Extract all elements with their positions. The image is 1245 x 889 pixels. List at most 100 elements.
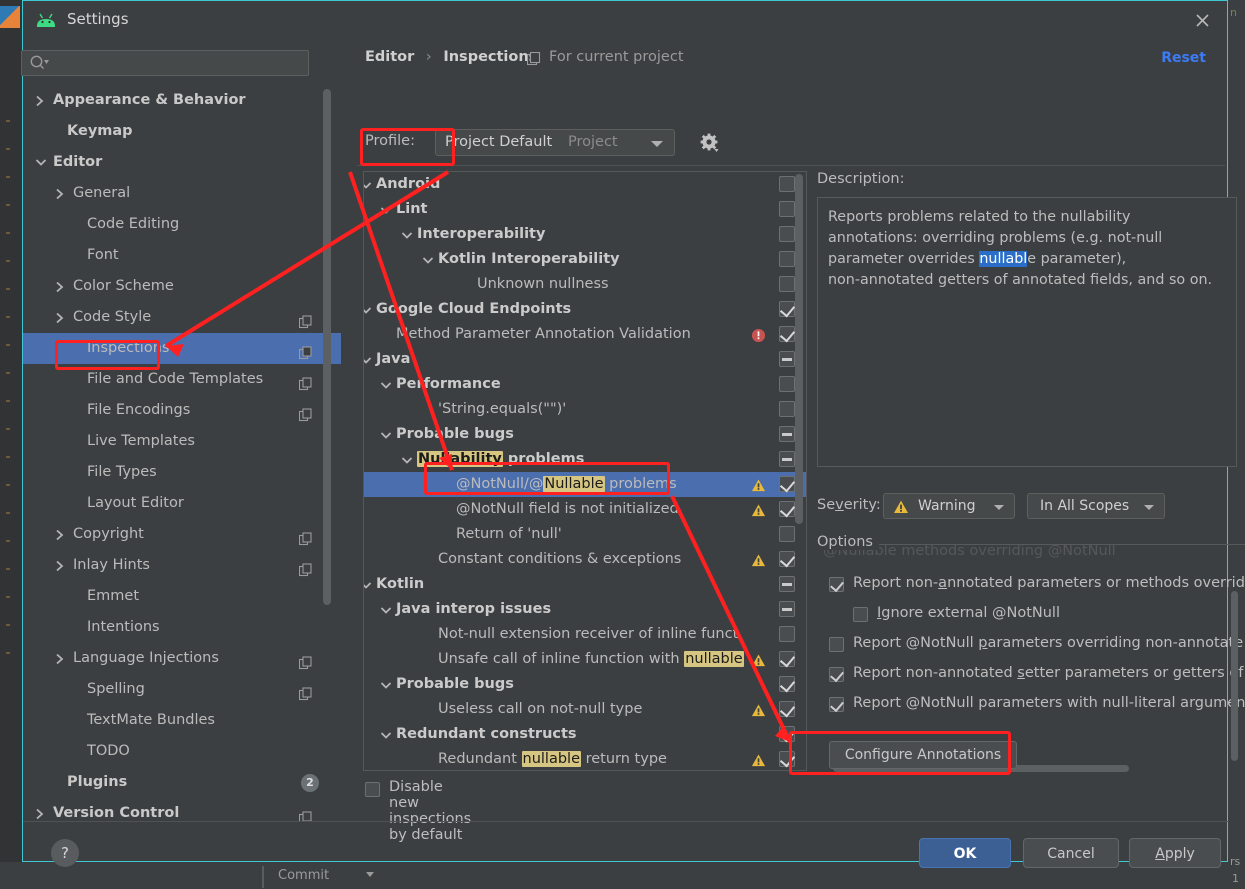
chevron-down-icon[interactable] [364,297,374,322]
tree-row[interactable]: @NotNull/@Nullable problems [364,472,806,497]
configure-annotations-button[interactable]: Configure Annotations [829,741,1017,769]
sidebar-item-live-templates[interactable]: Live Templates [23,426,341,457]
sidebar-item-inlay-hints[interactable]: Inlay Hints [23,550,341,581]
ok-button[interactable]: OK [919,838,1011,868]
tree-row[interactable]: Not-null extension receiver of inline fu… [364,622,806,647]
sidebar-item-keymap[interactable]: Keymap [23,116,341,147]
option-checkbox[interactable] [829,637,844,652]
tree-row-checkbox[interactable] [779,301,795,317]
tree-row-checkbox[interactable] [779,176,795,192]
chevron-down-icon[interactable] [380,672,394,697]
cancel-button[interactable]: Cancel [1023,838,1119,868]
tree-row-checkbox[interactable] [779,701,795,717]
breadcrumb-root[interactable]: Editor [365,49,414,65]
tree-row[interactable]: Android [364,172,806,197]
tree-row-checkbox[interactable] [779,726,795,742]
tree-row[interactable]: 'String.equals("")' [364,397,806,422]
sidebar-item-version-control[interactable]: Version Control [23,798,341,821]
tree-row-checkbox[interactable] [779,201,795,217]
sidebar-item-layout-editor[interactable]: Layout Editor [23,488,341,519]
tree-row[interactable]: Java interop issues [364,597,806,622]
option-checkbox[interactable] [829,667,844,682]
sidebar-scrollbar[interactable] [323,89,331,605]
tree-row-checkbox[interactable] [779,401,795,417]
sidebar-item-spelling[interactable]: Spelling [23,674,341,705]
tree-row[interactable]: Redundant nullable return type [364,747,806,770]
tree-row-checkbox[interactable] [779,276,795,292]
reset-link[interactable]: Reset [1161,50,1206,66]
sidebar-item-emmet[interactable]: Emmet [23,581,341,612]
chevron-right-icon[interactable] [55,550,69,581]
tree-row[interactable]: Performance [364,372,806,397]
tree-row[interactable]: Constant conditions & exceptions [364,547,806,572]
sidebar-item-file-and-code-templates[interactable]: File and Code Templates [23,364,341,395]
chevron-right-icon[interactable] [35,798,49,821]
chevron-down-icon[interactable] [401,447,415,472]
chevron-right-icon[interactable] [35,85,49,116]
chevron-right-icon[interactable] [55,302,69,333]
search-input[interactable] [21,50,309,76]
option-checkbox[interactable] [853,607,868,622]
sidebar-item-todo[interactable]: TODO [23,736,341,767]
sidebar-item-file-encodings[interactable]: File Encodings [23,395,341,426]
chevron-right-icon[interactable] [55,178,69,209]
tree-row[interactable]: Unknown nullness [364,272,806,297]
tree-row-checkbox[interactable] [779,576,795,592]
tree-row[interactable]: Java [364,347,806,372]
options-vertical-scrollbar[interactable] [1231,591,1238,761]
tree-row[interactable]: @NotNull field is not initialized [364,497,806,522]
tree-row-checkbox[interactable] [779,476,795,492]
sidebar-item-language-injections[interactable]: Language Injections [23,643,341,674]
tree-row-checkbox[interactable] [779,326,795,342]
tree-row-checkbox[interactable] [779,551,795,567]
profile-select[interactable]: Project Default Project [435,129,675,156]
tree-row-checkbox[interactable] [779,226,795,242]
chevron-down-icon[interactable] [380,722,394,747]
tree-row-checkbox[interactable] [779,626,795,642]
chevron-down-icon[interactable] [364,347,374,372]
tree-row-checkbox[interactable] [779,501,795,517]
chevron-down-icon[interactable] [380,197,394,222]
tree-row[interactable]: Probable bugs [364,422,806,447]
chevron-down-icon[interactable] [364,172,374,197]
option-checkbox[interactable] [829,577,844,592]
sidebar-item-general[interactable]: General [23,178,341,209]
ide-commit-label[interactable]: Commit [278,868,329,883]
chevron-down-icon[interactable] [422,247,436,272]
apply-button[interactable]: Apply [1129,838,1221,868]
tree-row[interactable]: Return of 'null' [364,522,806,547]
sidebar-item-editor[interactable]: Editor [23,147,341,178]
tree-row-checkbox[interactable] [779,751,795,767]
sidebar-item-plugins[interactable]: Plugins 2 [23,767,341,798]
tree-row[interactable]: Unsafe call of inline function with null… [364,647,806,672]
chevron-right-icon[interactable] [55,519,69,550]
tree-row[interactable]: Nullability problems [364,447,806,472]
tree-row-checkbox[interactable] [779,251,795,267]
tree-row-checkbox[interactable] [779,376,795,392]
tree-row-checkbox[interactable] [779,451,795,467]
inspection-tree[interactable]: Android Lint Interoperability Kotlin Intero… [363,171,807,771]
sidebar-item-font[interactable]: Font [23,240,341,271]
tree-row[interactable]: Kotlin Interoperability [364,247,806,272]
close-icon[interactable] [1192,10,1214,30]
sidebar-item-inspections[interactable]: Inspections [23,333,341,364]
chevron-down-icon[interactable] [364,572,374,597]
option-checkbox[interactable] [829,697,844,712]
tree-row-checkbox[interactable] [779,676,795,692]
sidebar-item-code-style[interactable]: Code Style [23,302,341,333]
tree-row[interactable]: Redundant constructs [364,722,806,747]
help-button[interactable]: ? [51,839,79,867]
chevron-down-icon[interactable] [380,422,394,447]
sidebar-item-appearance-behavior[interactable]: Appearance & Behavior [23,85,341,116]
scope-select[interactable]: In All Scopes [1027,493,1165,519]
tree-row[interactable]: Lint [364,197,806,222]
tree-row[interactable]: Google Cloud Endpoints [364,297,806,322]
tree-scrollbar[interactable] [795,174,803,524]
chevron-right-icon[interactable] [55,643,69,674]
chevron-down-icon[interactable] [380,372,394,397]
sidebar-item-color-scheme[interactable]: Color Scheme [23,271,341,302]
sidebar-item-file-types[interactable]: File Types [23,457,341,488]
tree-row[interactable]: Probable bugs [364,672,806,697]
sidebar-item-code-editing[interactable]: Code Editing [23,209,341,240]
tree-row[interactable]: Useless call on not-null type [364,697,806,722]
